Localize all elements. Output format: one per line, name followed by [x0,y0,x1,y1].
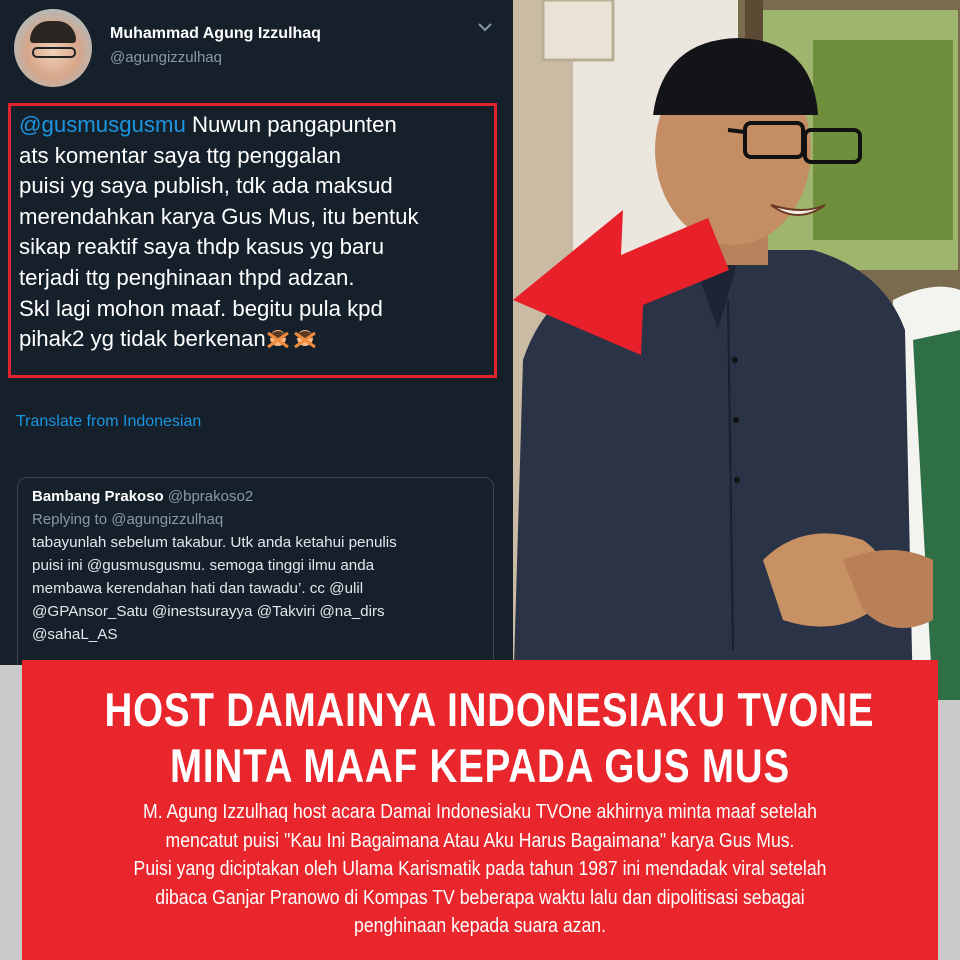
quoted-user-name: Bambang Prakoso [32,488,164,505]
mention-link[interactable]: @gusmusgusmu [19,112,186,137]
tweet-line-last: pihak2 yg tidak berkenan [19,324,486,355]
person-gesturing-no-emoji [293,330,316,349]
chevron-down-icon[interactable] [476,18,494,36]
headline-banner: HOST DAMAINYA INDONESIAKU TVONE MINTA MA… [22,660,938,960]
red-arrow-graphic [513,210,729,355]
headline-line-1: HOST DAMAINYA INDONESIAKU TVONE [104,683,875,736]
tweet-line-1: @gusmusgusmu Nuwun pangapunten [19,110,486,141]
tweet-line: terjadi ttg penghinaan thpd adzan. [19,264,355,290]
tweet-text-highlight: @gusmusgusmu Nuwun pangapunten ats komen… [8,103,497,378]
tweet-user-name[interactable]: Muhammad Agung Izzulhaq [110,25,321,43]
body-line: dibaca Ganjar Pranowo di Kompas TV beber… [155,885,805,909]
person-gesturing-no-emoji [266,330,289,349]
headline-line-2: MINTA MAAF KEPADA GUS MUS [170,739,790,792]
quoted-tweet[interactable]: Bambang Prakoso @bprakoso2 Replying to @… [17,477,494,665]
quoted-tweet-header: Bambang Prakoso @bprakoso2 [32,488,479,505]
quoted-line: membawa kerendahan hati dan tawadu’. cc … [32,580,364,597]
quoted-line: @GPAnsor_Satu @inestsurayya @Takviri @na… [32,603,385,620]
tweet-screenshot: Muhammad Agung Izzulhaq @agungizzulhaq @… [0,0,513,665]
quoted-line: puisi ini @gusmusgusmu. semoga tinggi il… [32,557,375,574]
tweet-line: puisi yg saya publish, tdk ada maksud [19,173,393,199]
body-line: mencatut puisi "Kau Ini Bagaimana Atau A… [165,828,795,852]
quoted-line: tabayunlah sebelum takabur. Utk anda ket… [32,534,397,551]
tweet-user-handle[interactable]: @agungizzulhaq [110,49,222,66]
tweet-line: pihak2 yg tidak berkenan [19,326,266,352]
tweet-line: sikap reaktif saya thdp kasus yg baru [19,234,385,260]
quoted-tweet-text: tabayunlah sebelum takabur. Utk anda ket… [32,531,482,646]
tweet-line: ats komentar saya ttg penggalan [19,142,341,168]
quoted-user-handle: @bprakoso2 [167,488,254,505]
body-line: M. Agung Izzulhaq host acara Damai Indon… [143,800,817,823]
replying-to-label: Replying to @agungizzulhaq [32,511,224,528]
body-line: Puisi yang diciptakan oleh Ulama Karisma… [133,857,827,881]
body-line: penghinaan kepada suara azan. [354,914,606,938]
translate-link[interactable]: Translate from Indonesian [16,413,201,431]
avatar-cap [30,21,76,43]
quoted-line: @sahaL_AS [32,626,118,643]
tweet-line: merendahkan karya Gus Mus, itu bentuk [19,203,419,229]
tweet-text-first: Nuwun pangapunten [185,112,397,137]
avatar[interactable] [14,9,92,87]
photo-of-man [513,0,960,700]
avatar-glasses [32,47,76,58]
tweet-line: Skl lagi mohon maaf. begitu pula kpd [19,295,383,321]
headline-body: M. Agung Izzulhaq host acara Damai Indon… [86,798,874,941]
